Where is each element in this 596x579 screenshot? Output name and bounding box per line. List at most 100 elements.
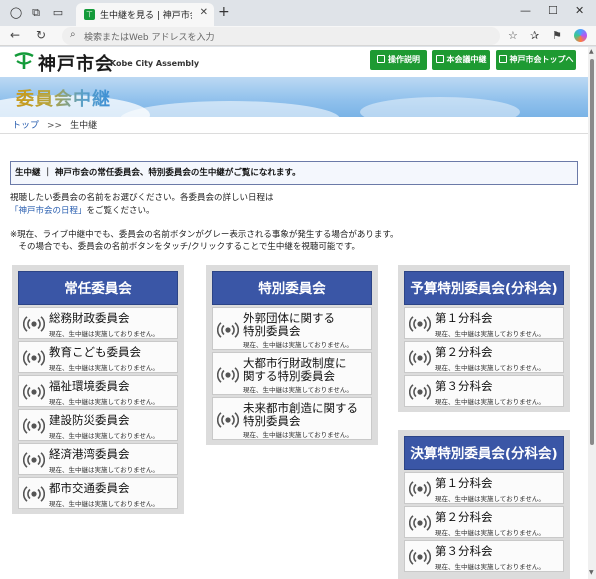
live-broadcast-icon	[22, 315, 46, 333]
broadcast-status: 現在、生中継は実施しておりません。	[49, 500, 159, 508]
committee-button[interactable]: 第１分科会現在、生中継は実施しておりません。	[404, 472, 564, 504]
live-notice-box: 生中継 ｜ 神戸市会の常任委員会、特別委員会の生中継がご覧になれます。	[10, 161, 578, 185]
budget-committee-panel: 予算特別委員会(分科会) 第１分科会 現在、生中継は実施しておりません。 第２分科会…	[398, 265, 570, 412]
plenary-stream-button[interactable]: 本会議中継	[432, 50, 490, 70]
broadcast-status: 現在、生中継は実施しておりません。	[243, 431, 353, 439]
broadcast-status: 現在、生中継は実施しておりません。	[435, 330, 545, 338]
copilot-icon[interactable]	[574, 29, 587, 42]
committee-name: 経済港湾委員会	[49, 447, 130, 461]
help-icon	[377, 55, 385, 63]
committee-button[interactable]: 経済港湾委員会現在、生中継は実施しておりません。	[18, 443, 178, 475]
committee-button[interactable]: 教育こども委員会 現在、生中継は実施しておりません。	[18, 341, 178, 373]
back-arrow-icon[interactable]: ←	[10, 28, 20, 42]
kobe-favicon-icon: ⊤	[84, 9, 95, 20]
note-line-2: その場合でも、委員会の名前ボタンをタッチ/クリックすることで生中継を視聴可能です…	[10, 242, 361, 252]
page-viewport: 神戸市会 Kobe City Assembly 操作説明 本会議中継 神戸市会ト…	[0, 47, 588, 579]
settlement-committee-panel: 決算特別委員会(分科会) 第１分科会 現在、生中継は実施しておりません。 第２分科会…	[398, 430, 570, 579]
home-icon	[498, 55, 507, 63]
committee-button[interactable]: 第２分科会現在、生中継は実施しておりません。	[404, 341, 564, 373]
extensions-icon[interactable]: ⚑	[552, 29, 562, 42]
tab-title: 生中継を見る | 神戸市会 委員会中継	[100, 11, 192, 21]
maximize-button[interactable]: ☐	[548, 4, 558, 17]
help-button[interactable]: 操作説明	[370, 50, 427, 70]
live-broadcast-icon	[408, 480, 432, 498]
browser-tab-active[interactable]: ⊤ 生中継を見る | 神戸市会 委員会中継 ✕	[76, 3, 214, 26]
broadcast-status: 現在、生中継は実施しておりません。	[243, 386, 353, 394]
site-header: 神戸市会 Kobe City Assembly 操作説明 本会議中継 神戸市会ト…	[0, 47, 588, 76]
plenary-icon	[435, 55, 444, 63]
intro-line-1: 視聴したい委員会の名前をお選びください。各委員会の詳しい日程は	[10, 193, 274, 203]
committee-name: 第３分科会	[435, 544, 493, 558]
broadcast-status: 現在、生中継は実施しておりません。	[435, 364, 545, 372]
url-placeholder: 検索またはWeb アドレスを入力	[84, 33, 215, 43]
page-banner: 委員会中継	[0, 77, 588, 117]
committee-button[interactable]: 第３分科会 現在、生中継は実施しておりません。	[404, 375, 564, 407]
committee-button[interactable]: 建設防災委員会 現在、生中継は実施しておりません。	[18, 409, 178, 441]
broadcast-status: 現在、生中継は実施しておりません。	[49, 398, 159, 406]
committee-button[interactable]: 外郭団体に関する 特別委員会現在、生中継は実施しておりません。	[212, 307, 372, 350]
broadcast-status: 現在、生中継は実施しておりません。	[435, 495, 545, 503]
workspaces-icon[interactable]: ⧉	[28, 5, 44, 21]
broadcast-status: 現在、生中継は実施しておりません。	[243, 341, 353, 349]
close-window-button[interactable]: ✕	[575, 4, 584, 17]
committee-button[interactable]: 未来都市創造に関する 特別委員会現在、生中継は実施しておりません。	[212, 397, 372, 440]
committee-button[interactable]: 第３分科会 現在、生中継は実施しておりません。	[404, 540, 564, 572]
committee-name: 建設防災委員会	[49, 413, 130, 427]
page-scrollbar[interactable]: ▲ ▼	[588, 47, 596, 579]
new-tab-button[interactable]: +	[218, 4, 230, 20]
banner-title: 委員会中継	[16, 85, 111, 111]
standing-committee-heading: 常任委員会	[18, 271, 178, 305]
live-broadcast-icon	[22, 417, 46, 435]
committee-button[interactable]: 大都市行財政制度に 関する特別委員会 現在、生中継は実施しておりません。	[212, 352, 372, 395]
live-broadcast-icon	[408, 383, 432, 401]
live-broadcast-icon	[408, 514, 432, 532]
site-logo-text[interactable]: 神戸市会	[38, 50, 114, 76]
breadcrumb-home-link[interactable]: トップ	[12, 121, 39, 131]
committee-button[interactable]: 第１分科会現在、生中継は実施しておりません。	[404, 307, 564, 339]
live-broadcast-icon	[408, 548, 432, 566]
special-committee-panel: 特別委員会 外郭団体に関する 特別委員会 現在、生中継は実施しておりません。 大都市行…	[206, 265, 378, 445]
favorites-list-icon[interactable]: ✰	[530, 29, 539, 42]
special-committee-heading: 特別委員会	[212, 271, 372, 305]
scrollbar-thumb[interactable]	[590, 59, 594, 445]
tab-close-icon[interactable]: ✕	[200, 7, 208, 18]
committee-button[interactable]: 第２分科会 現在、生中継は実施しておりません。	[404, 506, 564, 538]
settlement-committee-heading: 決算特別委員会(分科会)	[404, 436, 564, 470]
live-broadcast-icon	[22, 451, 46, 469]
scroll-down-icon[interactable]: ▼	[589, 569, 594, 576]
divider	[0, 133, 588, 134]
help-button-label: 操作説明	[388, 55, 420, 64]
live-broadcast-icon	[216, 411, 240, 429]
committee-name: 第１分科会	[435, 476, 493, 490]
url-input[interactable]: ⌕ 検索またはWeb アドレスを入力	[62, 27, 500, 45]
favorite-star-icon[interactable]: ☆	[508, 29, 518, 42]
committee-button[interactable]: 都市交通委員会 現在、生中継は実施しておりません。	[18, 477, 178, 509]
broadcast-status: 現在、生中継は実施しておりません。	[435, 529, 545, 537]
committee-name-line: 関する特別委員会	[243, 369, 335, 383]
committee-name: 未来都市創造に関する 特別委員会	[243, 402, 358, 428]
committee-button[interactable]: 福祉環境委員会現在、生中継は実施しておりません。	[18, 375, 178, 407]
committee-name: 外郭団体に関する 特別委員会	[243, 312, 335, 338]
live-broadcast-icon	[216, 366, 240, 384]
schedule-link[interactable]: 「神戸市会の日程」	[10, 206, 87, 216]
search-icon: ⌕	[70, 29, 76, 40]
browser-tab-bar: ◯ ⧉ ▭ ⊤ 生中継を見る | 神戸市会 委員会中継 ✕ + — ☐ ✕	[0, 0, 596, 26]
broadcast-status: 現在、生中継は実施しておりません。	[49, 466, 159, 474]
broadcast-status: 現在、生中継は実施しておりません。	[435, 398, 545, 406]
minimize-button[interactable]: —	[520, 4, 531, 17]
profile-icon[interactable]: ◯	[8, 5, 24, 21]
live-broadcast-icon	[22, 383, 46, 401]
kobe-city-emblem-icon	[14, 52, 34, 69]
address-bar: ← ↻ ⌕ 検索またはWeb アドレスを入力 ☆ ✰ ⚑	[0, 26, 596, 46]
live-broadcast-icon	[22, 349, 46, 367]
assembly-top-button[interactable]: 神戸市会トップへ	[496, 50, 576, 70]
committee-button[interactable]: 総務財政委員会 現在、生中継は実施しておりません。	[18, 307, 178, 339]
committee-name: 第２分科会	[435, 345, 493, 359]
site-logo-english: Kobe City Assembly	[110, 59, 200, 68]
committee-name: 福祉環境委員会	[49, 379, 130, 393]
committee-name: 第１分科会	[435, 311, 493, 325]
refresh-icon[interactable]: ↻	[36, 28, 46, 42]
intro-line-2-suffix: をご覧ください。	[86, 206, 155, 216]
scroll-up-icon[interactable]: ▲	[589, 48, 594, 55]
tab-actions-icon[interactable]: ▭	[50, 5, 66, 21]
